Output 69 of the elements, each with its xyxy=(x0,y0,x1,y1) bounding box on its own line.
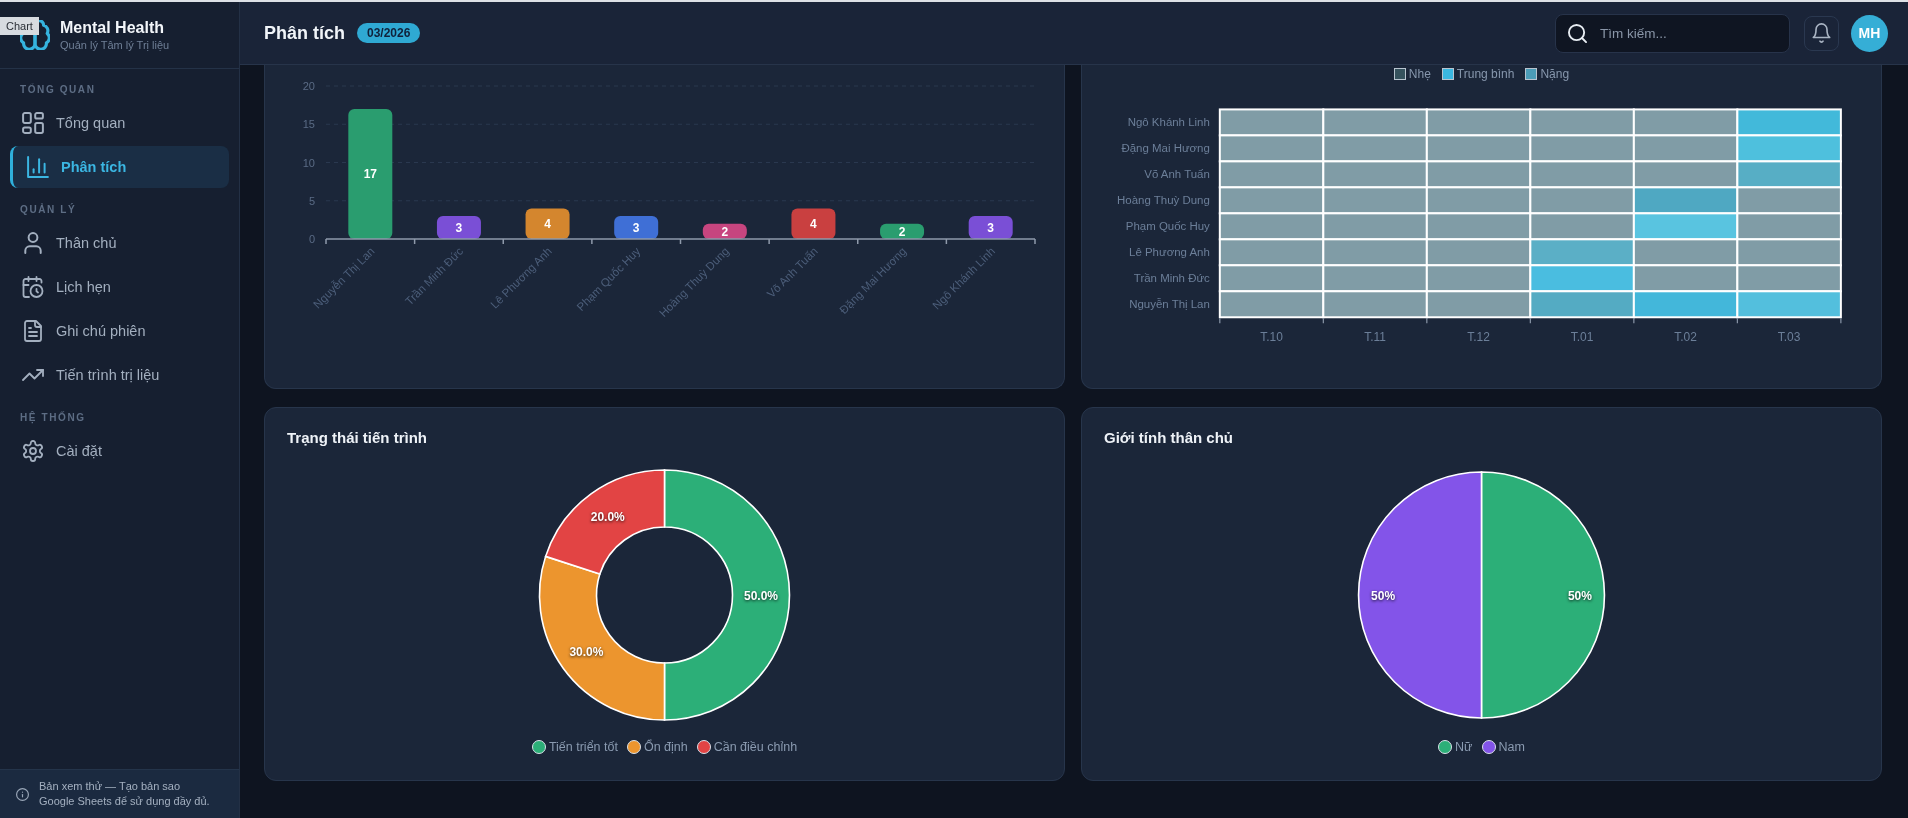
notification-button[interactable] xyxy=(1804,15,1839,51)
nav-item[interactable]: Cài đặt xyxy=(10,430,229,472)
app-title: Mental Health xyxy=(60,18,165,37)
search-icon xyxy=(1568,23,1587,43)
row-label: Hoàng Thuỳ Dung xyxy=(1117,194,1210,207)
nav-item[interactable]: Tiến trình trị liệu xyxy=(10,354,229,396)
user-icon xyxy=(22,232,44,254)
search-field[interactable]: Tìm kiếm... xyxy=(1555,13,1790,53)
legend-label[interactable]: Nặng xyxy=(1540,67,1570,82)
document-icon xyxy=(22,320,44,342)
column-label: T.10 xyxy=(1260,330,1283,345)
app-subtitle: Quản lý Tâm lý Trị liệu xyxy=(60,39,170,52)
nav-item[interactable]: Ghi chú phiên xyxy=(10,310,229,352)
row-label: Nguyễn Thị Lan xyxy=(1129,298,1210,311)
legend-label[interactable]: Cần điều chỉnh xyxy=(713,740,798,754)
card-title: Trạng thái tiến trình xyxy=(287,429,428,447)
legend-label[interactable]: Ổn định xyxy=(643,740,688,754)
column-label: T.11 xyxy=(1364,330,1386,345)
nav-item[interactable]: Thân chủ xyxy=(10,222,229,264)
calendar-clock-icon xyxy=(22,276,44,298)
row-label: Lê Phương Anh xyxy=(1129,246,1210,259)
y-tick-label: 10 xyxy=(302,156,315,169)
row-label: Ngô Khánh Linh xyxy=(1127,116,1210,129)
y-tick-label: 5 xyxy=(308,194,315,207)
section-label: HỆ THỐNG xyxy=(19,411,87,425)
bar-chart-icon xyxy=(27,156,49,178)
section-label: QUẢN LÝ xyxy=(19,203,78,217)
tooltip: Chart xyxy=(0,17,39,35)
y-tick-label: 15 xyxy=(302,118,315,131)
nav-item[interactable]: Lịch hẹn xyxy=(10,266,229,308)
notice-text: Bản xem thử — Tạo bản sao Google Sheets để sử dụng đầy đủ. xyxy=(39,779,211,809)
row-label: Võ Anh Tuấn xyxy=(1144,168,1210,181)
legend-label[interactable]: Nữ xyxy=(1455,740,1473,754)
legend-label[interactable]: Nhẹ xyxy=(1408,67,1431,82)
legend-label[interactable]: Nam xyxy=(1498,740,1525,754)
row-label: Phạm Quốc Huy xyxy=(1125,220,1210,233)
slice-value-label: 50% xyxy=(1371,588,1396,603)
legend-label[interactable]: Trung bình xyxy=(1456,67,1515,82)
column-label: T.01 xyxy=(1570,330,1594,345)
bar-value-label: 3 xyxy=(987,221,995,235)
bar-value-label: 4 xyxy=(810,217,817,232)
legend-label[interactable]: Tiến triển tốt xyxy=(548,740,618,754)
nav-item[interactable]: Tổng quan xyxy=(10,102,229,144)
slice-value-label: 50.0% xyxy=(744,588,778,603)
column-label: T.02 xyxy=(1674,330,1697,345)
column-label: T.03 xyxy=(1777,330,1801,345)
y-tick-label: 0 xyxy=(308,233,315,245)
column-label: T.12 xyxy=(1467,330,1490,345)
bar-value-label: 2 xyxy=(898,224,906,239)
card-title: Giới tính thân chủ xyxy=(1104,429,1234,447)
period-badge: 03/2026 xyxy=(357,23,421,43)
bell-icon xyxy=(1812,23,1831,43)
row-label: Đặng Mai Hương xyxy=(1121,142,1210,155)
settings-icon xyxy=(22,440,44,462)
bar-value-label: 3 xyxy=(455,221,463,235)
dashboard-icon xyxy=(22,112,44,134)
section-label: TỔNG QUAN xyxy=(19,83,97,97)
row-label: Trần Minh Đức xyxy=(1133,272,1210,285)
y-tick-label: 20 xyxy=(302,80,315,92)
bar-value-label: 17 xyxy=(363,167,377,182)
slice-value-label: 50% xyxy=(1567,588,1592,603)
nav-item[interactable]: Phân tích xyxy=(10,146,229,188)
page-title: Phân tích xyxy=(264,22,345,44)
slice-value-label: 30.0% xyxy=(569,645,604,660)
slice-value-label: 20.0% xyxy=(590,510,625,525)
bar-value-label: 3 xyxy=(632,221,640,235)
bar-value-label: 2 xyxy=(721,224,729,239)
bar-value-label: 4 xyxy=(544,217,551,232)
info-icon xyxy=(16,787,29,801)
